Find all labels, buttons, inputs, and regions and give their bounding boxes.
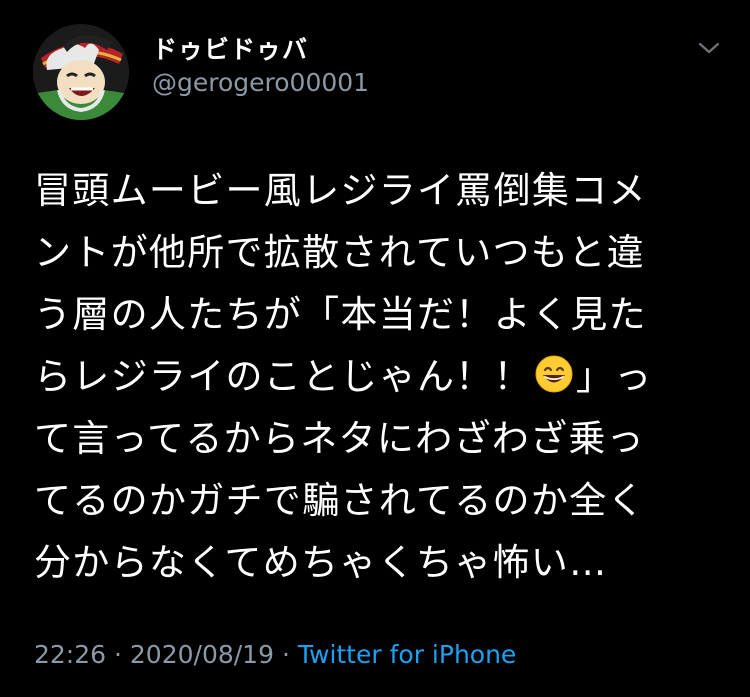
meta-separator: · [281, 640, 290, 669]
cartoon-pirate-captain-icon [33, 24, 129, 120]
tweet-detail: ドゥビドゥバ @gerogero00001 冒頭ムービー風レジライ罵倒集コメ ン… [0, 0, 750, 697]
tweet-text-fragment: 」っ [575, 355, 653, 398]
tweet-text-line: う層の人たちが「本当だ！よく見た [34, 293, 647, 336]
tweet-text-line: て言ってるからネタにわざわざ乗っ [34, 417, 645, 460]
tweet-text-line: 冒頭ムービー風レジライ罵倒集コメ [34, 169, 647, 212]
tweet-text-line-with-emoji: らレジライのことじゃん！！ 」っ [34, 346, 724, 408]
author-display-name[interactable]: ドゥビドゥバ [152, 30, 308, 66]
tweet-text-line: 分からなくてめちゃくちゃ怖い… [34, 541, 608, 584]
tweet-metadata: 22:26 · 2020/08/19 · Twitter for iPhone [34, 640, 516, 669]
grinning-face-emoji-icon [535, 355, 573, 393]
meta-separator: · [114, 640, 122, 669]
author-handle[interactable]: @gerogero00001 [152, 68, 369, 97]
tweet-date[interactable]: 2020/08/19 [130, 640, 274, 669]
avatar[interactable] [33, 24, 129, 120]
tweet-menu-button[interactable] [694, 34, 724, 62]
tweet-text: 冒頭ムービー風レジライ罵倒集コメ ントが他所で拡散されていつもと違 う層の人たち… [34, 160, 724, 594]
tweet-text-line: てるのかガチで騙されてるのか全く [34, 479, 646, 522]
tweet-time[interactable]: 22:26 [34, 640, 106, 669]
chevron-down-icon [698, 42, 720, 54]
tweet-text-line: ントが他所で拡散されていつもと違 [34, 231, 645, 274]
tweet-text-fragment: らレジライのことじゃん！！ [34, 355, 532, 398]
tweet-source-link[interactable]: Twitter for iPhone [298, 640, 516, 669]
